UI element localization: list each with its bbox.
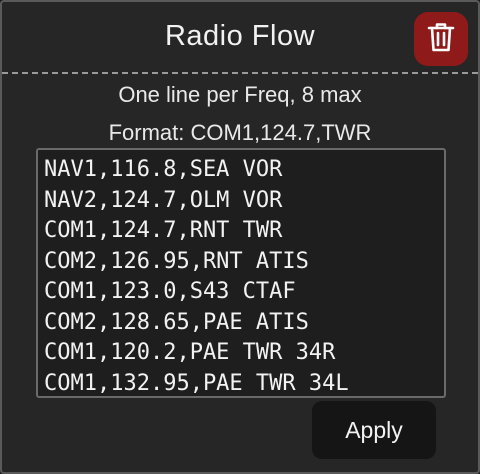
frequency-line: NAV1,116.8,SEA VOR [44,157,283,182]
panel-header: Radio Flow [2,2,478,74]
panel-title: Radio Flow [164,20,316,52]
frequency-line: COM1,132.95,PAE TWR 34L [44,370,349,396]
frequency-textarea[interactable]: NAV1,116.8,SEA VOR NAV2,124.7,OLM VOR CO… [36,148,446,398]
frequency-line: COM1,120.2,PAE TWR 34R [44,340,336,365]
instruction-line-format: Format: COM1,124.7,TWR [108,120,372,145]
radio-flow-panel: Radio Flow One line per Freq, 8 max Form… [0,0,480,474]
apply-button[interactable]: Apply [312,401,436,459]
frequency-line: COM2,126.95,RNT ATIS [44,248,309,274]
instruction-line-limit: One line per Freq, 8 max [118,82,362,107]
frequency-line: COM2,128.65,PAE ATIS [44,309,309,335]
delete-button[interactable] [414,12,468,66]
frequency-line: COM1,124.7,RNT TWR [44,218,283,243]
frequency-line: COM1,123.0,S43 CTAF [44,279,296,304]
frequency-line: NAV2,124.7,OLM VOR [44,187,283,213]
trash-icon [426,21,456,58]
